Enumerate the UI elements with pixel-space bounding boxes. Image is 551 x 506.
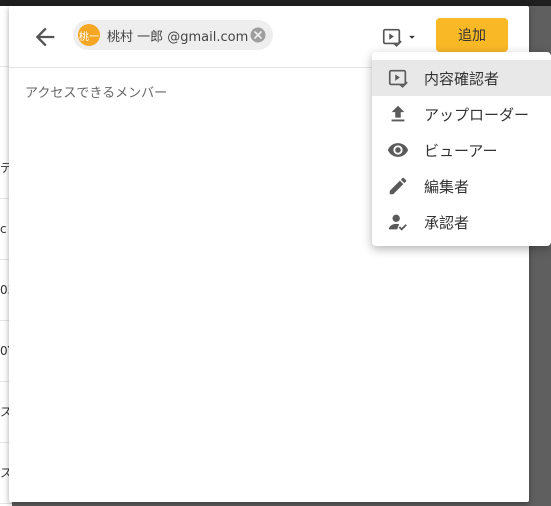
upload-icon <box>387 103 409 125</box>
close-circle-icon <box>250 27 266 43</box>
menu-item-label: アップローダー <box>424 105 530 124</box>
reviewer-icon <box>387 67 409 89</box>
members-heading: アクセスできるメンバー <box>25 86 168 101</box>
role-menu: 内容確認者 アップローダー ビューアー 編集者 承認者 <box>372 52 551 246</box>
invitee-label: 桃村 一郎 @gmail.com <box>107 29 249 45</box>
menu-item-viewer[interactable]: ビューアー <box>372 132 551 168</box>
approver-icon <box>387 211 409 233</box>
remove-invitee-button[interactable] <box>249 26 267 44</box>
eye-icon <box>387 139 409 161</box>
menu-item-editor[interactable]: 編集者 <box>372 168 551 204</box>
back-button[interactable] <box>31 23 59 51</box>
avatar: 桃一 <box>78 24 100 46</box>
menu-item-reviewer[interactable]: 内容確認者 <box>372 60 551 96</box>
menu-item-uploader[interactable]: アップローダー <box>372 96 551 132</box>
add-button[interactable]: 追加 <box>436 18 508 52</box>
arrow-left-icon <box>35 27 55 47</box>
reviewer-icon <box>382 28 402 47</box>
menu-item-label: ビューアー <box>424 141 498 160</box>
pencil-icon <box>387 175 409 197</box>
menu-item-label: 編集者 <box>424 177 470 196</box>
menu-item-approver[interactable]: 承認者 <box>372 204 551 240</box>
caret-down-icon <box>409 35 415 39</box>
role-dropdown[interactable] <box>381 26 421 48</box>
invitee-chip: 桃一 桃村 一郎 @gmail.com <box>73 20 273 50</box>
menu-item-label: 承認者 <box>424 213 470 232</box>
menu-item-label: 内容確認者 <box>424 69 500 88</box>
